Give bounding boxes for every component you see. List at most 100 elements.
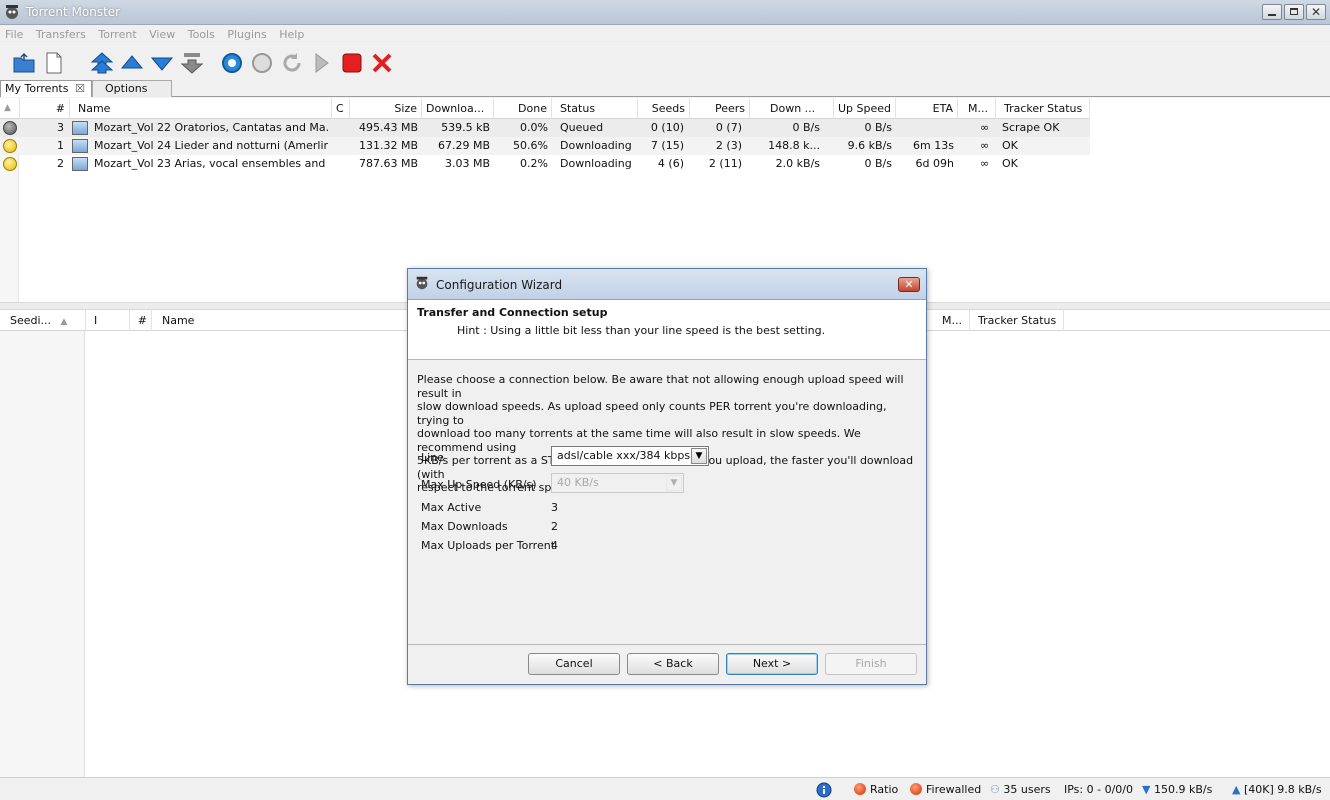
cell-size: 131.32 MB [358, 139, 418, 152]
col-tracker-status[interactable]: Tracker Status [974, 310, 1064, 331]
cell-status: Queued [560, 121, 604, 134]
cell-m: ∞ [980, 157, 990, 170]
col-num[interactable]: # [20, 98, 70, 119]
restore-button[interactable] [1284, 4, 1304, 20]
dropdown-arrow-icon: ▼ [666, 475, 682, 491]
max-active-label: Max Active [421, 501, 482, 514]
col-down-speed[interactable]: Down ... [766, 98, 834, 119]
dialog-close-button[interactable]: ✕ [898, 277, 920, 292]
max-active-value: 3 [551, 501, 558, 514]
torrent-file-icon [72, 139, 88, 153]
cell-name: Mozart_Vol 23 Arias, vocal ensembles and… [94, 157, 328, 170]
dialog-title-bar[interactable]: Configuration Wizard ✕ [408, 269, 926, 300]
minimize-button[interactable] [1262, 4, 1282, 20]
menu-help[interactable]: Help [274, 25, 304, 41]
menu-view[interactable]: View [144, 25, 175, 41]
max-up-speed-select: 40 KB/s ▼ [551, 473, 684, 493]
cell-up-speed: 0 B/s [864, 157, 892, 170]
ratio-status[interactable]: Ratio [854, 783, 898, 796]
sort-indicator-icon[interactable]: ▲ [0, 98, 20, 119]
table-row[interactable]: 3 Mozart_Vol 22 Oratorios, Cantatas and … [0, 119, 1090, 137]
app-logo-icon [416, 276, 428, 290]
col-done[interactable]: Done [494, 98, 552, 119]
status-queued-icon [3, 121, 17, 135]
status-downloading-icon [3, 139, 17, 153]
line-select[interactable]: adsl/cable xxx/384 kbps ▼ [551, 446, 709, 466]
col-m[interactable]: M... [964, 98, 996, 119]
menu-transfers[interactable]: Transfers [31, 25, 86, 41]
cell-status: Downloading [560, 139, 632, 152]
col-peers[interactable]: Peers [690, 98, 750, 119]
open-folder-icon[interactable] [12, 51, 36, 75]
col-status[interactable]: Status [556, 98, 638, 119]
back-button[interactable]: < Back [627, 653, 719, 675]
dialog-hint: Hint : Using a little bit less than your… [457, 324, 826, 337]
firewalled-label: Firewalled [926, 783, 982, 796]
sort-asc-icon: ▲ [60, 317, 68, 327]
start-icon[interactable] [220, 51, 244, 75]
max-up-speed-value: 40 KB/s [557, 476, 599, 489]
col-downloaded[interactable]: Downloa... [422, 98, 494, 119]
menu-plugins[interactable]: Plugins [222, 25, 266, 41]
col-eta[interactable]: ETA [896, 98, 958, 119]
col-seeding-label: Seedi... [10, 314, 52, 327]
next-button[interactable]: Next > [726, 653, 818, 675]
col-m[interactable]: M... [938, 310, 970, 331]
upload-arrow-icon: ▲ [1232, 783, 1241, 796]
table-row[interactable]: 2 Mozart_Vol 23 Arias, vocal ensembles a… [0, 155, 1090, 173]
pause-icon[interactable] [250, 51, 274, 75]
dropdown-arrow-icon[interactable]: ▼ [691, 448, 707, 464]
col-tracker-status[interactable]: Tracker Status [1000, 98, 1090, 119]
download-speed-label: 150.9 kB/s [1153, 783, 1213, 796]
max-up-speed-label: Max Up Speed (KB/s) [421, 478, 537, 491]
close-tab-icon[interactable]: ☒ [75, 82, 85, 95]
cell-downloaded: 67.29 MB [437, 139, 490, 152]
col-seeding[interactable]: Seedi... ▲ [6, 310, 86, 331]
menu-file[interactable]: File [0, 25, 23, 41]
download-arrow-icon: ▼ [1142, 783, 1151, 796]
play-icon[interactable] [310, 51, 334, 75]
upload-speed-status[interactable]: ▲ [40K] 9.8 kB/s [1232, 783, 1322, 796]
cell-tracker-status: OK [1002, 157, 1018, 170]
download-speed-status[interactable]: ▼ 150.9 kB/s [1142, 783, 1212, 796]
move-down-icon[interactable] [150, 51, 174, 75]
move-top-icon[interactable] [90, 51, 114, 75]
col-size[interactable]: Size [350, 98, 422, 119]
tab-options[interactable]: Options [92, 80, 172, 97]
info-icon[interactable] [816, 782, 832, 798]
menu-tools[interactable]: Tools [183, 25, 215, 41]
cell-down-speed: 2.0 kB/s [775, 157, 820, 170]
menu-bar: File Transfers Torrent View Tools Plugin… [0, 25, 1330, 46]
line-select-value: adsl/cable xxx/384 kbps [557, 449, 691, 462]
col-up-speed[interactable]: Up Speed [834, 98, 896, 119]
table-row[interactable]: 1 Mozart_Vol 24 Lieder and notturni (Ame… [0, 137, 1090, 155]
cancel-button[interactable]: Cancel [528, 653, 620, 675]
cell-status: Downloading [560, 157, 632, 170]
move-bottom-icon[interactable] [180, 51, 204, 75]
tab-my-torrents[interactable]: My Torrents ☒ [0, 80, 92, 97]
cell-seeds: 4 (6) [657, 157, 684, 170]
col-name[interactable]: Name [74, 98, 332, 119]
status-bar: Ratio Firewalled ⚇ 35 users IPs: 0 - 0/0… [0, 777, 1330, 800]
col-num[interactable]: # [130, 310, 152, 331]
col-i[interactable]: I [90, 310, 130, 331]
menu-torrent[interactable]: Torrent [93, 25, 136, 41]
cell-up-speed: 9.6 kB/s [847, 139, 892, 152]
col-name[interactable]: Name [158, 310, 408, 331]
stop-icon[interactable] [340, 51, 364, 75]
move-up-icon[interactable] [120, 51, 144, 75]
cell-name: Mozart_Vol 24 Lieder and notturni (Amerl… [94, 139, 328, 152]
tab-strip: My Torrents ☒ Options [0, 79, 1330, 97]
cell-up-speed: 0 B/s [864, 121, 892, 134]
close-window-button[interactable]: ✕ [1306, 4, 1326, 20]
col-seeds[interactable]: Seeds [638, 98, 690, 119]
cell-done: 50.6% [513, 139, 548, 152]
refresh-icon[interactable] [280, 51, 304, 75]
cell-downloaded: 539.5 kB [441, 121, 490, 134]
col-c[interactable]: C [332, 98, 350, 119]
remove-icon[interactable] [370, 51, 394, 75]
status-downloading-icon [3, 157, 17, 171]
new-torrent-icon[interactable] [42, 51, 66, 75]
cell-tracker-status: OK [1002, 139, 1018, 152]
firewall-status[interactable]: Firewalled [910, 783, 981, 796]
